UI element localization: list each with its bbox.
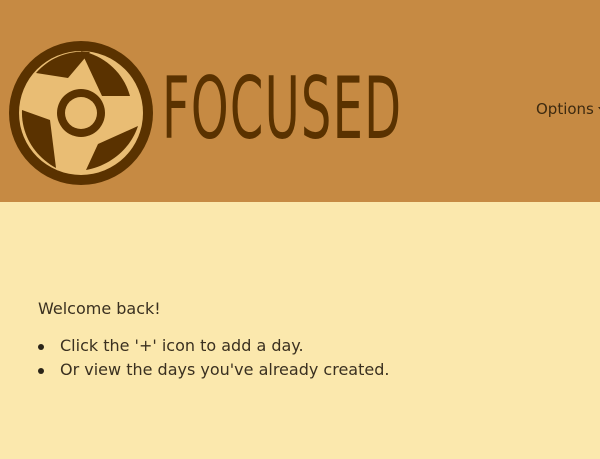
welcome-message: Welcome back! (38, 299, 161, 318)
aperture-logo-icon (9, 41, 153, 185)
brand-wordmark: FOCUSED (162, 59, 403, 159)
main-content: Welcome back! Click the '+' icon to add … (38, 298, 578, 382)
options-dropdown[interactable]: Options (536, 100, 600, 118)
list-item: Click the '+' icon to add a day. (38, 334, 578, 358)
options-label: Options (536, 100, 594, 118)
tips-list: Click the '+' icon to add a day. Or view… (38, 334, 578, 382)
list-item: Or view the days you've already created. (38, 358, 578, 382)
app-header: FOCUSED Options (0, 0, 600, 202)
